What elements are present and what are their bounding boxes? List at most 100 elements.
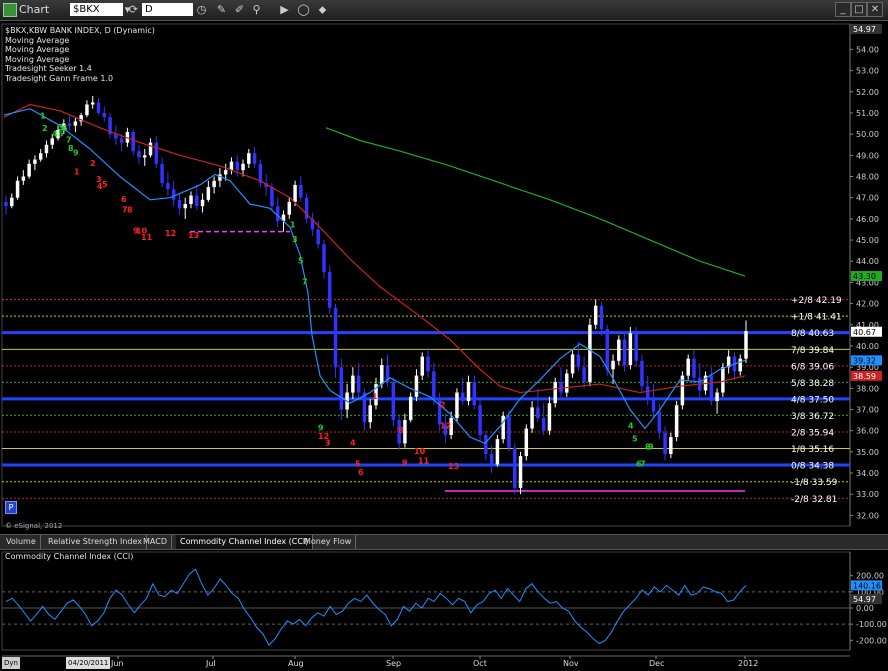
candle-body <box>50 138 54 145</box>
candle-body <box>524 428 529 457</box>
gann-level-label: +2/8 42.19 <box>791 296 842 306</box>
candle-body <box>90 102 95 105</box>
seeker-count-label: 7 <box>302 278 308 287</box>
study-line-ma2: Moving Average <box>5 45 70 55</box>
seeker-count-label: 8 <box>127 206 133 215</box>
x-tick-label: Dec <box>649 659 664 668</box>
y-tick-label: 51.00 <box>856 109 879 118</box>
candle-body <box>738 358 742 372</box>
gann-level-label: -2/8 32.81 <box>791 495 837 505</box>
candle-body <box>391 381 396 421</box>
candle-body <box>472 381 477 406</box>
candle-body <box>189 195 193 205</box>
seeker-count-label: 5 <box>298 256 304 265</box>
candle-body <box>484 434 488 454</box>
candle-body <box>640 360 644 387</box>
study-tabs: Volume Relative Strength Index MACD Comm… <box>0 534 888 550</box>
seeker-count-label: 11 <box>141 233 153 242</box>
candle-body <box>171 189 176 200</box>
tab-macd[interactable]: MACD <box>139 535 172 549</box>
gann-level-label: +1/8 41.41 <box>791 313 842 323</box>
seeker-count-label: 12 <box>440 422 451 431</box>
tab-rsi[interactable]: Relative Strength Index <box>44 535 147 549</box>
studies-legend: $BKX,KBW BANK INDEX, D (Dynamic) Moving … <box>5 26 155 84</box>
seeker-count-label: 1 <box>74 167 80 176</box>
candle-body <box>235 161 239 171</box>
seeker-count-label: 4 <box>628 422 634 431</box>
candle-body <box>489 453 494 465</box>
seeker-count-label: 3 <box>292 235 298 244</box>
candle-body <box>408 396 413 421</box>
tab-cci[interactable]: Commodity Channel Index (CCI) <box>176 535 314 549</box>
x-tick-label: Oct <box>473 659 487 668</box>
gann-level-label: 6/8 39.06 <box>791 362 834 372</box>
candle-body <box>709 375 714 402</box>
seeker-count-label: 6 <box>62 124 68 133</box>
candle-body <box>67 123 72 126</box>
candle-body <box>85 104 89 116</box>
y-tick-label: 46.00 <box>856 215 879 224</box>
candle-body <box>455 392 459 418</box>
candle-body <box>177 199 182 209</box>
candle-body <box>275 206 280 221</box>
cci-tick-label: -200.00 <box>856 636 887 645</box>
candle-body <box>166 182 170 190</box>
p-marker[interactable]: P <box>5 501 17 514</box>
y-tick-label: 35.00 <box>856 448 879 457</box>
candle-body <box>565 373 569 393</box>
y-tick-label: 53.00 <box>856 67 879 76</box>
candle-body <box>131 132 135 152</box>
candle-body <box>582 367 586 382</box>
cci-panel-title: Commodity Channel Index (CCI) <box>5 552 134 561</box>
x-tick-label: Jun <box>110 659 124 668</box>
seeker-count-label: 1 <box>372 392 378 401</box>
candle-body <box>102 112 107 118</box>
study-line-gann: Tradesight Gann Frame 1.0 <box>5 73 114 83</box>
candle-body <box>651 398 656 412</box>
candle-body <box>333 307 338 368</box>
candle-body <box>547 403 552 431</box>
candle-body <box>38 153 43 160</box>
candle-body <box>195 195 199 207</box>
tab-money-flow[interactable]: Money Flow <box>300 535 357 549</box>
dynamic-toggle[interactable]: Dyn <box>2 657 20 669</box>
study-line-symbol: $BKX,KBW BANK INDEX, D (Dynamic) <box>5 26 155 35</box>
candle-body <box>605 329 609 370</box>
cci-badge-label: 140.16 <box>853 581 881 590</box>
candle-body <box>322 244 326 272</box>
seeker-count-label: 8 <box>398 426 404 435</box>
candle-body <box>15 180 20 198</box>
tab-volume[interactable]: Volume <box>2 535 41 549</box>
candle-body <box>299 184 303 198</box>
y-tick-label: 44.00 <box>856 257 879 266</box>
candle-body <box>721 367 725 393</box>
candle-body <box>4 201 8 207</box>
candle-body <box>553 381 557 404</box>
candle-body <box>380 365 384 385</box>
candle-body <box>599 305 604 330</box>
seeker-count-label: 1 <box>40 111 46 120</box>
x-tick-label: Sep <box>386 659 401 668</box>
y-tick-label: 37.00 <box>856 406 879 415</box>
y-tick-label: 33.00 <box>856 490 879 499</box>
candle-body <box>414 375 419 397</box>
study-line-ma1: Moving Average <box>5 35 70 45</box>
x-tick-label: 2012 <box>738 659 758 668</box>
candle-body <box>328 271 332 308</box>
candle-body <box>229 161 234 171</box>
price-chart[interactable]: 54.0053.0052.0051.0050.0049.0048.0047.00… <box>0 0 888 671</box>
cci-tick-label: 200.00 <box>856 572 884 581</box>
study-line-ma3: Moving Average <box>5 54 70 64</box>
seeker-count-label: 13 <box>188 231 199 240</box>
candle-body <box>368 405 372 423</box>
candle-body <box>114 134 118 139</box>
candle-body <box>518 456 523 488</box>
y-tick-label: 45.00 <box>856 236 879 245</box>
candle-body <box>570 354 575 374</box>
candle-body <box>27 163 31 177</box>
study-line-seeker: Tradesight Seeker 1.4 <box>5 64 92 74</box>
candle-body <box>686 358 690 376</box>
candle-body <box>287 201 292 215</box>
candle-body <box>426 356 430 372</box>
price-badge-label: 39.32 <box>853 356 876 365</box>
